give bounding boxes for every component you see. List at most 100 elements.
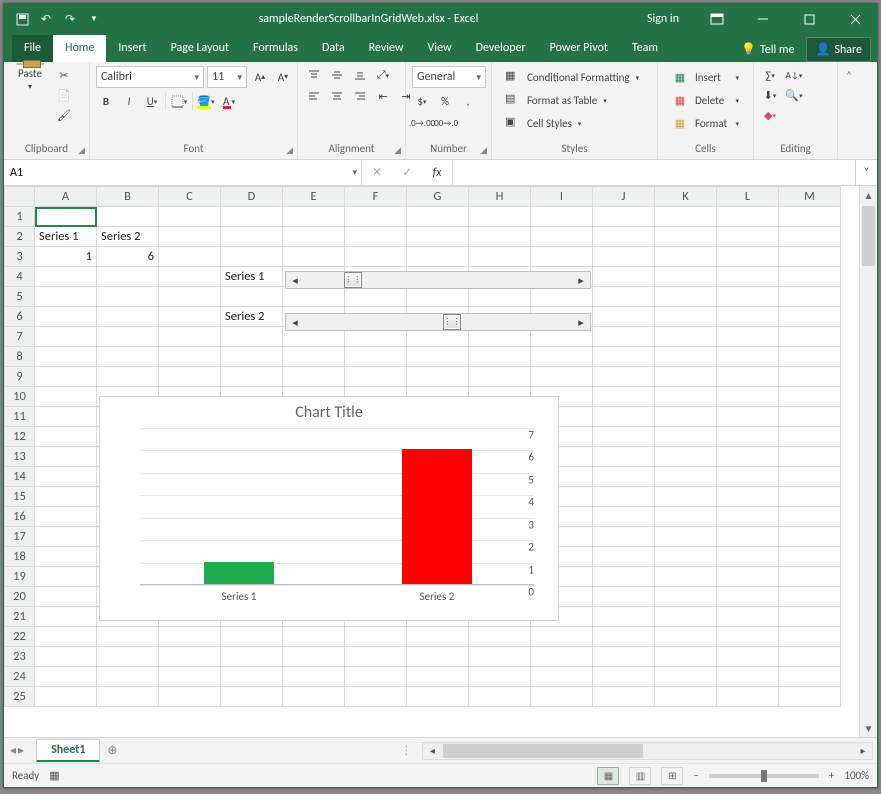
row-header-6[interactable]: 6 [5, 307, 35, 327]
cell-I9[interactable] [531, 367, 593, 387]
cell-I2[interactable] [531, 227, 593, 247]
cell-K4[interactable] [655, 267, 717, 287]
cell-D4[interactable]: Series 1 [221, 267, 283, 287]
cell-D25[interactable] [221, 687, 283, 707]
row-header-20[interactable]: 20 [5, 587, 35, 607]
view-page-break[interactable]: ⊞ [661, 767, 683, 785]
scroll-down-arrow[interactable]: ▼ [860, 719, 877, 737]
cell-A2[interactable]: Series 1 [35, 227, 97, 247]
font-color-button[interactable]: A▾ [219, 92, 239, 110]
percent-button[interactable]: % [435, 92, 455, 110]
cell-F3[interactable] [345, 247, 407, 267]
new-sheet-button[interactable]: ⊕ [100, 743, 124, 758]
cell-M6[interactable] [779, 307, 841, 327]
cell-styles-button[interactable]: ▣Cell Styles▾ [498, 112, 588, 134]
cell-G5[interactable] [407, 287, 469, 307]
align-left[interactable] [304, 87, 324, 105]
align-bottom[interactable] [350, 66, 370, 84]
scrollbar-right-arrow[interactable]: ▸ [572, 272, 590, 288]
col-header-C[interactable]: C [159, 187, 221, 207]
cell-D2[interactable] [221, 227, 283, 247]
col-header-K[interactable]: K [655, 187, 717, 207]
view-page-layout[interactable]: ▥ [629, 767, 651, 785]
row-header-2[interactable]: 2 [5, 227, 35, 247]
cell-I22[interactable] [531, 627, 593, 647]
tab-split[interactable]: ⋮ [394, 743, 418, 758]
cell-J25[interactable] [593, 687, 655, 707]
cell-K19[interactable] [655, 567, 717, 587]
cell-K7[interactable] [655, 327, 717, 347]
cell-G2[interactable] [407, 227, 469, 247]
copy-button[interactable]: 📄 [54, 86, 74, 104]
cell-E22[interactable] [283, 627, 345, 647]
tab-home[interactable]: Home [53, 35, 106, 62]
cell-I3[interactable] [531, 247, 593, 267]
font-size-combo[interactable]: 11▾ [207, 66, 247, 88]
cell-G8[interactable] [407, 347, 469, 367]
cell-A1[interactable] [35, 207, 97, 227]
cell-A9[interactable] [35, 367, 97, 387]
number-format-combo[interactable]: General▾ [412, 66, 486, 88]
cell-E5[interactable] [283, 287, 345, 307]
col-header-I[interactable]: I [531, 187, 593, 207]
collapse-ribbon[interactable]: ˄ [838, 62, 860, 82]
chart-bar-0[interactable] [204, 562, 273, 584]
cell-L5[interactable] [717, 287, 779, 307]
italic-button[interactable]: I [119, 92, 139, 110]
cell-F23[interactable] [345, 647, 407, 667]
cell-K9[interactable] [655, 367, 717, 387]
cell-A21[interactable] [35, 607, 97, 627]
chart-bar-1[interactable] [402, 449, 471, 584]
cell-M21[interactable] [779, 607, 841, 627]
cell-A24[interactable] [35, 667, 97, 687]
cell-J3[interactable] [593, 247, 655, 267]
cell-K23[interactable] [655, 647, 717, 667]
cell-M17[interactable] [779, 527, 841, 547]
cell-L9[interactable] [717, 367, 779, 387]
cell-A13[interactable] [35, 447, 97, 467]
cell-G1[interactable] [407, 207, 469, 227]
cell-J13[interactable] [593, 447, 655, 467]
macro-record-icon[interactable]: ▦ [49, 769, 59, 782]
fill-button[interactable]: ⬇▾ [760, 86, 780, 104]
hscroll-left[interactable]: ◂ [423, 744, 441, 757]
cell-D22[interactable] [221, 627, 283, 647]
cell-F1[interactable] [345, 207, 407, 227]
cell-C1[interactable] [159, 207, 221, 227]
cell-B23[interactable] [97, 647, 159, 667]
cell-A11[interactable] [35, 407, 97, 427]
cell-L15[interactable] [717, 487, 779, 507]
view-normal[interactable]: ▦ [597, 767, 619, 785]
cell-M14[interactable] [779, 467, 841, 487]
cell-M13[interactable] [779, 447, 841, 467]
col-header-H[interactable]: H [469, 187, 531, 207]
col-header-E[interactable]: E [283, 187, 345, 207]
cell-L21[interactable] [717, 607, 779, 627]
share-button[interactable]: 👤Share [806, 37, 871, 62]
sheet-nav-prev[interactable]: ◂ [10, 743, 16, 758]
cell-E25[interactable] [283, 687, 345, 707]
comma-button[interactable]: , [458, 92, 478, 110]
cell-K10[interactable] [655, 387, 717, 407]
cell-A19[interactable] [35, 567, 97, 587]
cell-J11[interactable] [593, 407, 655, 427]
scrollbar-left-arrow[interactable]: ◂ [286, 314, 304, 330]
cell-K16[interactable] [655, 507, 717, 527]
cell-F9[interactable] [345, 367, 407, 387]
cell-G25[interactable] [407, 687, 469, 707]
increase-font-button[interactable]: A▴ [250, 68, 270, 86]
cell-J12[interactable] [593, 427, 655, 447]
row-header-18[interactable]: 18 [5, 547, 35, 567]
minimize-button[interactable] [741, 4, 785, 34]
cell-H3[interactable] [469, 247, 531, 267]
conditional-formatting-button[interactable]: ▦Conditional Formatting▾ [498, 66, 646, 88]
cell-K15[interactable] [655, 487, 717, 507]
number-launcher[interactable]: ◢ [480, 145, 487, 156]
scrollbar-left-arrow[interactable]: ◂ [286, 272, 304, 288]
cell-J4[interactable] [593, 267, 655, 287]
tab-team[interactable]: Team [620, 35, 670, 62]
cell-I5[interactable] [531, 287, 593, 307]
cell-K3[interactable] [655, 247, 717, 267]
cell-B2[interactable]: Series 2 [97, 227, 159, 247]
tab-developer[interactable]: Developer [464, 35, 538, 62]
